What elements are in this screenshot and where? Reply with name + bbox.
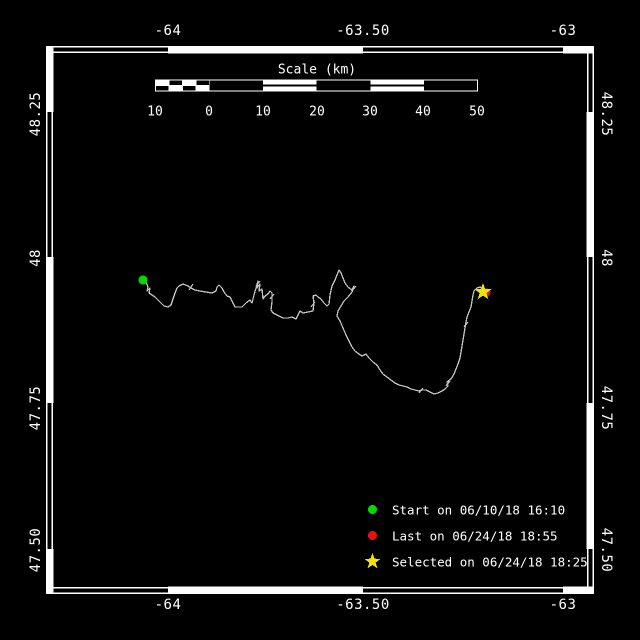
scale-tick-50: 50 <box>469 104 485 120</box>
legend-start-label: Start on 06/10/18 16:10 <box>392 502 566 518</box>
vessel-track <box>145 269 484 395</box>
legend-selected-star-icon <box>364 553 381 569</box>
lon-tick-label-bottom-63: -63 <box>549 597 577 613</box>
lat-tick-label-left-4825: 48.25 <box>28 91 44 137</box>
lon-tick-label-top-63: -63 <box>549 23 577 39</box>
scale-bar-graphic <box>154 79 479 92</box>
map-plot-area[interactable] <box>0 0 640 640</box>
legend-last-label: Last on 06/24/18 18:55 <box>392 528 558 544</box>
lat-tick-label-left-4775: 47.75 <box>28 385 44 431</box>
scale-tick-0: 0 <box>205 104 213 120</box>
scale-tick-30: 30 <box>362 104 378 120</box>
lon-tick-label-top-6350: -63.50 <box>336 23 390 39</box>
legend-start-circle-icon <box>368 505 377 514</box>
track-map-window: -64 -63.50 -63 -64 -63.50 -63 48.25 48 4… <box>0 0 640 640</box>
legend-selected-label: Selected on 06/24/18 18:25 <box>392 554 588 570</box>
lat-tick-label-right-48: 48 <box>598 249 614 267</box>
legend-last-circle-icon <box>368 531 377 540</box>
scale-tick-20: 20 <box>309 104 325 120</box>
scale-tick-10: 10 <box>255 104 271 120</box>
scale-tick-40: 40 <box>415 104 431 120</box>
scale-tick-10-left: 10 <box>147 104 163 120</box>
scale-bar-title: Scale (km) <box>277 62 357 78</box>
lon-tick-label-top-64: -64 <box>154 23 182 39</box>
lat-tick-label-right-4775: 47.75 <box>598 385 614 431</box>
lat-tick-label-left-48: 48 <box>28 249 44 267</box>
start-marker <box>138 275 148 285</box>
lon-tick-label-bottom-6350: -63.50 <box>336 597 390 613</box>
lat-tick-label-right-4825: 48.25 <box>598 91 614 137</box>
lat-tick-label-left-4750: 47.50 <box>28 527 44 573</box>
lon-tick-label-bottom-64: -64 <box>154 597 182 613</box>
lat-tick-label-right-4750: 47.50 <box>598 527 614 573</box>
